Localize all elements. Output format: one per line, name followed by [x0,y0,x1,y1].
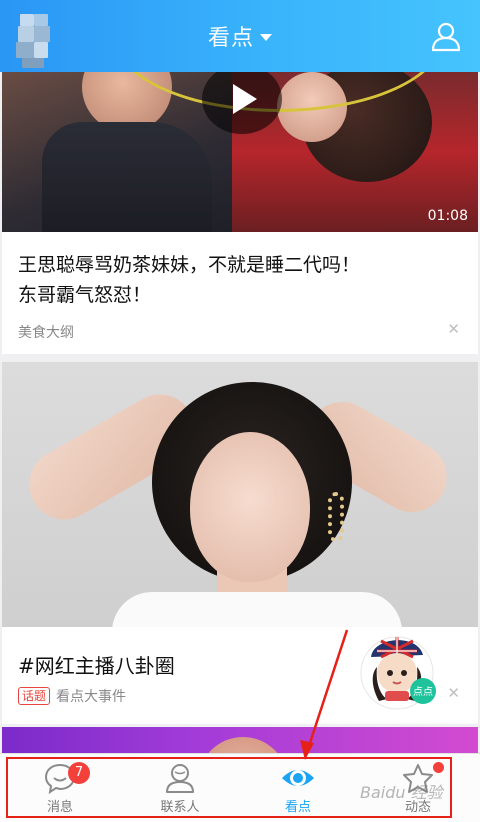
page-title: 看点 [207,26,254,51]
dismiss-icon[interactable]: ✕ [447,684,460,702]
video-duration: 01:08 [427,208,468,224]
top-bar: 看点 [0,0,480,72]
video-thumbnail[interactable]: 01:08 [2,72,478,232]
dismiss-icon[interactable]: ✕ [447,320,460,338]
card-source[interactable]: 美食大纲 [18,322,74,342]
topic-image[interactable] [2,362,478,627]
caret-down-icon [260,33,272,41]
topic-tag-badge: 话题 [18,687,51,705]
person-outline-icon[interactable] [430,20,462,52]
play-icon [233,84,257,114]
mascot-float-icon[interactable]: 点点 [357,627,443,717]
feed-card-video[interactable]: 01:08 王思聪辱骂奶茶妹妹，不就是睡二代吗！ 东哥霸气怒怼！ 美食大纲 ✕ [2,72,478,354]
topic-title[interactable]: #网红主播八卦圈 [18,650,175,679]
title-dropdown[interactable]: 看点 [208,20,272,52]
watermark: Baidu 经验 [360,783,443,802]
svg-text:点点: 点点 [413,686,433,698]
user-avatar[interactable] [12,14,54,70]
card-source[interactable]: 看点大事件 [56,686,126,706]
topic-meta: 话题 看点大事件 [18,686,126,706]
card-headline[interactable]: 王思聪辱骂奶茶妹妹，不就是睡二代吗！ 东哥霸气怒怼！ [18,250,458,310]
